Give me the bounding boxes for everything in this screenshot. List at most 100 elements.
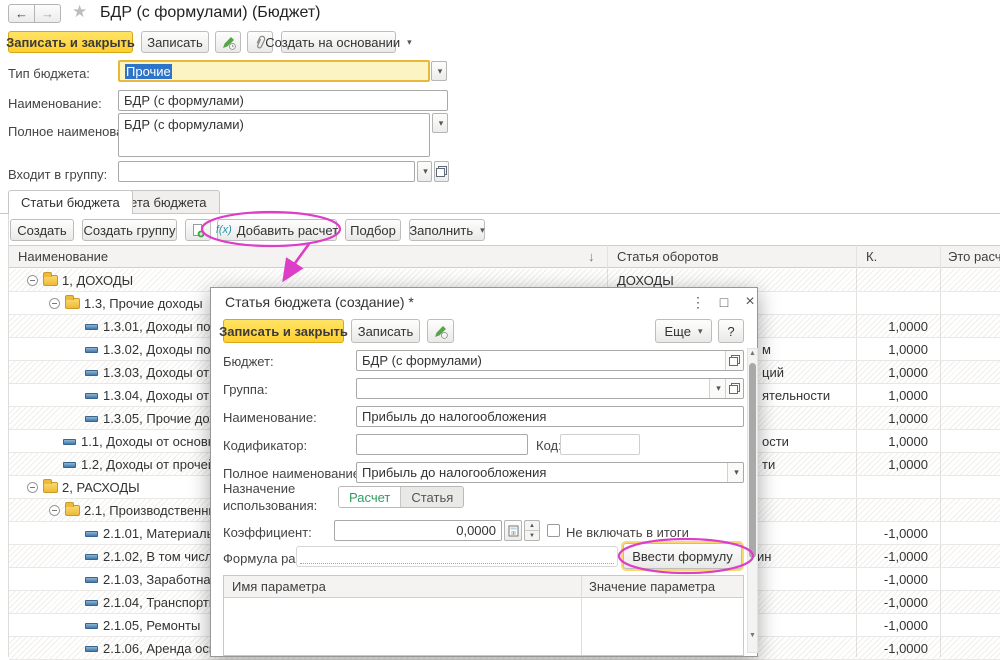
item-dash-icon	[63, 439, 76, 445]
dlg-code-input[interactable]	[560, 434, 640, 455]
item-dash-icon	[85, 554, 98, 560]
exclude-totals-label: Не включать в итоги	[566, 525, 689, 540]
scroll-up-icon[interactable]: ▲	[748, 350, 757, 357]
item-dash-icon	[85, 393, 98, 399]
nav-forward-button[interactable]: →	[34, 4, 61, 23]
parent-group-open-button[interactable]	[434, 161, 449, 182]
scrollbar-thumb[interactable]	[749, 363, 756, 558]
save-close-button[interactable]: Записать и закрыть	[8, 31, 133, 53]
dialog-post-button[interactable]	[427, 319, 454, 343]
full-name-dropdown-button[interactable]: ▾	[432, 113, 448, 133]
dlg-budget-label: Бюджет:	[223, 354, 274, 369]
dlg-coefficient-spinner[interactable]: ▲ ▼	[524, 520, 540, 541]
param-value-header: Значение параметра	[589, 579, 715, 594]
create-based-on-button[interactable]: Создать на основании ▾	[281, 31, 396, 53]
column-header-k[interactable]: К.	[866, 249, 877, 264]
dlg-group-label: Группа:	[223, 382, 268, 397]
budget-type-label: Тип бюджета:	[8, 66, 90, 81]
exclude-totals-checkbox[interactable]	[547, 524, 560, 537]
dlg-coefficient-calc-button[interactable]	[504, 520, 522, 541]
usage-option-other[interactable]: Статья	[400, 487, 463, 507]
dialog-more-button[interactable]: Еще ▾	[655, 319, 712, 343]
dialog-help-button[interactable]: ?	[718, 319, 744, 343]
tab-budget-items[interactable]: Статьи бюджета	[8, 190, 133, 214]
create-item-button[interactable]: Создать	[10, 219, 74, 241]
post-button[interactable]	[215, 31, 241, 53]
tree-collapse-icon[interactable]	[49, 505, 60, 516]
tree-collapse-icon[interactable]	[27, 275, 38, 286]
budget-item-dialog: Статья бюджета (создание) * ⋮ □ × Записа…	[210, 287, 758, 657]
item-dash-icon	[85, 623, 98, 629]
dlg-coefficient-input[interactable]: 0,0000	[334, 520, 502, 541]
budget-type-input[interactable]: Прочие	[118, 60, 430, 82]
enter-formula-button[interactable]: Ввести формулу	[623, 543, 742, 569]
dlg-full-name-label: Полное наименование:	[223, 466, 364, 481]
document-plus-icon	[191, 223, 205, 238]
dlg-formula-input[interactable]	[296, 546, 618, 567]
tree-collapse-icon[interactable]	[49, 298, 60, 309]
dialog-save-close-button[interactable]: Записать и закрыть	[223, 319, 344, 343]
row-name: 1.3, Прочие доходы	[84, 296, 203, 311]
dialog-scrollbar[interactable]: ▲ ▼	[747, 348, 758, 653]
parent-group-label: Входит в группу:	[8, 167, 107, 182]
parameters-table[interactable]: Имя параметра Значение параметра	[223, 575, 744, 656]
add-calculation-button[interactable]: f(x) Добавить расчет	[217, 219, 337, 241]
fill-button[interactable]: Заполнить ▾	[409, 219, 485, 241]
dlg-budget-input[interactable]: БДР (с формулами)	[356, 350, 744, 371]
budget-type-dropdown-button[interactable]: ▾	[431, 61, 447, 81]
dlg-full-name-input[interactable]: Прибыль до налогообложения ▾	[356, 462, 744, 483]
column-header-name[interactable]: Наименование	[18, 249, 108, 264]
dlg-group-input[interactable]: ▾	[356, 378, 744, 399]
usage-segmented-control[interactable]: РасчетСтатья	[338, 486, 464, 508]
dlg-group-open-button[interactable]	[725, 379, 743, 398]
dialog-close-button[interactable]: ×	[739, 292, 761, 312]
kebab-menu-icon: ⋮	[691, 294, 705, 311]
dlg-group-dropdown-button[interactable]: ▾	[709, 379, 725, 398]
create-copy-button[interactable]	[185, 219, 211, 241]
row-k-value: 1,0000	[857, 319, 928, 334]
row-oborot-value: ти	[762, 457, 775, 472]
row-k-value: -1,0000	[857, 641, 928, 656]
pick-button[interactable]: Подбор	[345, 219, 401, 241]
usage-option-selected[interactable]: Расчет	[339, 487, 400, 507]
create-group-button[interactable]: Создать группу	[82, 219, 177, 241]
dlg-codifier-input[interactable]	[356, 434, 528, 455]
parent-group-dropdown-button[interactable]: ▾	[417, 161, 432, 182]
dialog-maximize-button[interactable]: □	[713, 292, 735, 312]
tree-collapse-icon[interactable]	[27, 482, 38, 493]
back-arrow-icon: ←	[15, 6, 28, 21]
name-label: Наименование:	[8, 96, 102, 111]
row-k-value: -1,0000	[857, 526, 928, 541]
dlg-coefficient-value: 0,0000	[456, 523, 496, 538]
item-dash-icon	[85, 324, 98, 330]
open-link-icon	[436, 166, 447, 177]
column-header-oborot[interactable]: Статья оборотов	[617, 249, 719, 264]
favorite-star-icon[interactable]: ★	[72, 2, 87, 22]
open-link-icon	[729, 355, 740, 366]
save-button[interactable]: Записать	[141, 31, 209, 53]
dlg-name-value: Прибыль до налогообложения	[362, 409, 546, 424]
chevron-down-icon: ▾	[734, 467, 739, 478]
chevron-down-icon: ▾	[438, 66, 443, 77]
full-name-value: БДР (с формулами)	[124, 117, 244, 132]
dlg-budget-open-button[interactable]	[725, 351, 743, 370]
dlg-name-input[interactable]: Прибыль до налогообложения	[356, 406, 744, 427]
pen-clock-icon	[433, 324, 448, 339]
row-name: 1, ДОХОДЫ	[62, 273, 133, 288]
calculator-icon	[508, 525, 519, 537]
scroll-down-icon[interactable]: ▼	[748, 632, 757, 639]
row-k-value: 1,0000	[857, 365, 928, 380]
dialog-save-button[interactable]: Записать	[351, 319, 420, 343]
dlg-full-name-dropdown-button[interactable]: ▾	[727, 463, 743, 482]
name-input[interactable]: БДР (с формулами)	[118, 90, 448, 111]
column-header-calc[interactable]: Это расчет	[948, 249, 1000, 264]
item-dash-icon	[85, 577, 98, 583]
nav-back-button[interactable]: ←	[8, 4, 35, 23]
sort-descending-icon: ↓	[588, 249, 595, 264]
table-header[interactable]: Наименование ↓ Статья оборотов К. Это ра…	[9, 245, 1000, 268]
parent-group-input[interactable]	[118, 161, 415, 182]
parameters-table-header: Имя параметра Значение параметра	[224, 576, 743, 598]
row-k-value: 1,0000	[857, 342, 928, 357]
dialog-menu-button[interactable]: ⋮	[687, 292, 709, 312]
full-name-input[interactable]: БДР (с формулами)	[118, 113, 430, 157]
